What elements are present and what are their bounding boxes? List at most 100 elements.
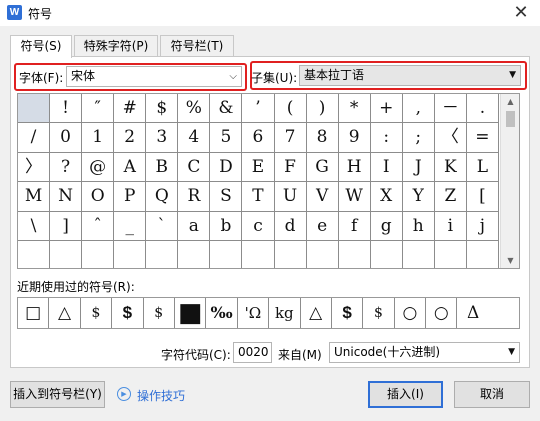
symbol-cell[interactable]: ″: [82, 94, 115, 124]
symbol-cell[interactable]: &: [210, 94, 243, 124]
symbol-cell[interactable]: ;: [402, 123, 435, 153]
recent-symbol-cell[interactable]: △: [301, 298, 332, 328]
symbol-cell[interactable]: 1: [82, 123, 115, 153]
recent-symbol-cell[interactable]: $: [144, 298, 175, 328]
scroll-up-icon[interactable]: ▲: [501, 97, 519, 106]
symbol-cell[interactable]: [82, 240, 115, 268]
symbol-cell[interactable]: ’: [242, 94, 275, 124]
symbol-cell[interactable]: U: [274, 182, 307, 212]
tab-symbol-bar[interactable]: 符号栏(T): [160, 35, 234, 57]
symbol-cell[interactable]: J: [402, 152, 435, 183]
symbol-cell[interactable]: C: [178, 152, 211, 183]
symbol-cell[interactable]: K: [434, 152, 467, 183]
symbol-cell[interactable]: j: [466, 211, 499, 241]
symbol-cell[interactable]: [178, 240, 211, 268]
symbol-cell[interactable]: h: [402, 211, 435, 241]
symbol-cell[interactable]: F: [274, 152, 307, 183]
symbol-cell[interactable]: 8: [306, 123, 339, 153]
symbol-cell[interactable]: V: [306, 182, 339, 212]
symbol-cell[interactable]: [: [466, 182, 499, 212]
symbol-cell[interactable]: 6: [242, 123, 275, 153]
symbol-cell[interactable]: [242, 240, 275, 268]
from-select[interactable]: Unicode(十六进制) ▼: [329, 342, 520, 363]
symbol-cell[interactable]: 3: [146, 123, 179, 153]
symbol-cell[interactable]: 2: [114, 123, 147, 153]
grid-scrollbar[interactable]: ▲ ▼: [500, 94, 519, 268]
recent-symbol-cell[interactable]: ■: [175, 298, 207, 328]
symbol-cell[interactable]: [435, 240, 467, 268]
symbol-cell[interactable]: ): [306, 94, 339, 124]
symbol-cell[interactable]: +: [370, 94, 403, 124]
symbol-cell[interactable]: R: [178, 182, 211, 212]
symbol-cell[interactable]: @: [82, 152, 115, 183]
symbol-cell[interactable]: ]: [50, 211, 83, 241]
symbol-cell[interactable]: 9: [338, 123, 371, 153]
symbol-cell[interactable]: ,: [402, 94, 435, 124]
symbol-cell[interactable]: :: [370, 123, 403, 153]
symbol-cell[interactable]: [210, 240, 243, 268]
recent-symbol-cell[interactable]: 'Ω: [238, 298, 270, 328]
recent-symbol-cell[interactable]: ○: [395, 298, 427, 328]
symbol-cell[interactable]: %: [178, 94, 211, 124]
symbol-cell[interactable]: \: [18, 211, 51, 241]
char-code-input[interactable]: 0020: [233, 342, 272, 363]
symbol-cell[interactable]: H: [338, 152, 371, 183]
symbol-cell[interactable]: T: [242, 182, 275, 212]
symbol-cell[interactable]: a: [178, 211, 211, 241]
symbol-cell[interactable]: =: [466, 123, 499, 153]
symbol-cell[interactable]: I: [370, 152, 403, 183]
symbol-cell[interactable]: E: [242, 152, 275, 183]
symbol-cell[interactable]: 7: [274, 123, 307, 153]
symbol-cell[interactable]: B: [146, 152, 179, 183]
subset-select[interactable]: 基本拉丁语 ▼: [299, 65, 521, 86]
symbol-cell[interactable]: i: [434, 211, 467, 241]
recent-symbol-cell[interactable]: □: [18, 298, 50, 328]
symbol-cell[interactable]: /: [18, 123, 51, 153]
symbol-cell[interactable]: M: [18, 182, 51, 212]
symbol-cell[interactable]: d: [274, 211, 307, 241]
symbol-cell[interactable]: W: [338, 182, 371, 212]
recent-symbol-cell[interactable]: ‰: [206, 298, 238, 328]
tab-special-chars[interactable]: 特殊字符(P): [74, 35, 158, 57]
symbol-cell[interactable]: 〈: [434, 123, 467, 153]
recent-symbol-cell[interactable]: ○: [426, 298, 458, 328]
symbol-cell[interactable]: !: [50, 94, 83, 124]
symbol-cell[interactable]: b: [210, 211, 243, 241]
recent-symbol-cell[interactable]: $: [112, 298, 144, 328]
symbol-cell[interactable]: D: [210, 152, 243, 183]
tips-link[interactable]: 操作技巧: [137, 387, 185, 404]
tab-symbols[interactable]: 符号(S): [10, 35, 72, 58]
symbol-cell[interactable]: S: [210, 182, 243, 212]
symbol-cell[interactable]: (: [274, 94, 307, 124]
scroll-thumb[interactable]: [506, 111, 515, 127]
recent-symbol-cell[interactable]: Δ: [457, 298, 488, 328]
symbol-cell[interactable]: _: [114, 211, 147, 241]
symbol-cell[interactable]: L: [466, 152, 499, 183]
symbol-cell[interactable]: 5: [210, 123, 243, 153]
symbol-cell[interactable]: [403, 240, 435, 268]
symbol-cell[interactable]: X: [370, 182, 403, 212]
insert-button[interactable]: 插入(I): [368, 381, 443, 408]
symbol-cell[interactable]: [275, 240, 307, 268]
symbol-cell[interactable]: g: [370, 211, 403, 241]
symbol-cell[interactable]: ˆ: [82, 211, 115, 241]
symbol-cell[interactable]: [146, 240, 179, 268]
symbol-cell[interactable]: ?: [50, 152, 83, 183]
recent-symbol-cell[interactable]: $: [363, 298, 395, 328]
play-circle-icon[interactable]: ▶: [117, 387, 131, 401]
symbol-cell[interactable]: [339, 240, 371, 268]
symbol-cell[interactable]: [18, 94, 51, 124]
symbol-cell[interactable]: 〉: [18, 152, 51, 183]
symbol-cell[interactable]: [307, 240, 339, 268]
symbol-cell[interactable]: $: [146, 94, 179, 124]
symbol-cell[interactable]: Q: [146, 182, 179, 212]
symbol-cell[interactable]: 0: [50, 123, 83, 153]
symbol-cell[interactable]: G: [306, 152, 339, 183]
symbol-cell[interactable]: `: [146, 211, 179, 241]
symbol-cell[interactable]: c: [242, 211, 275, 241]
symbol-cell[interactable]: N: [50, 182, 83, 212]
symbol-cell[interactable]: #: [114, 94, 147, 124]
symbol-cell[interactable]: O: [82, 182, 115, 212]
recent-symbol-cell[interactable]: $: [332, 298, 364, 328]
symbol-cell[interactable]: Y: [402, 182, 435, 212]
